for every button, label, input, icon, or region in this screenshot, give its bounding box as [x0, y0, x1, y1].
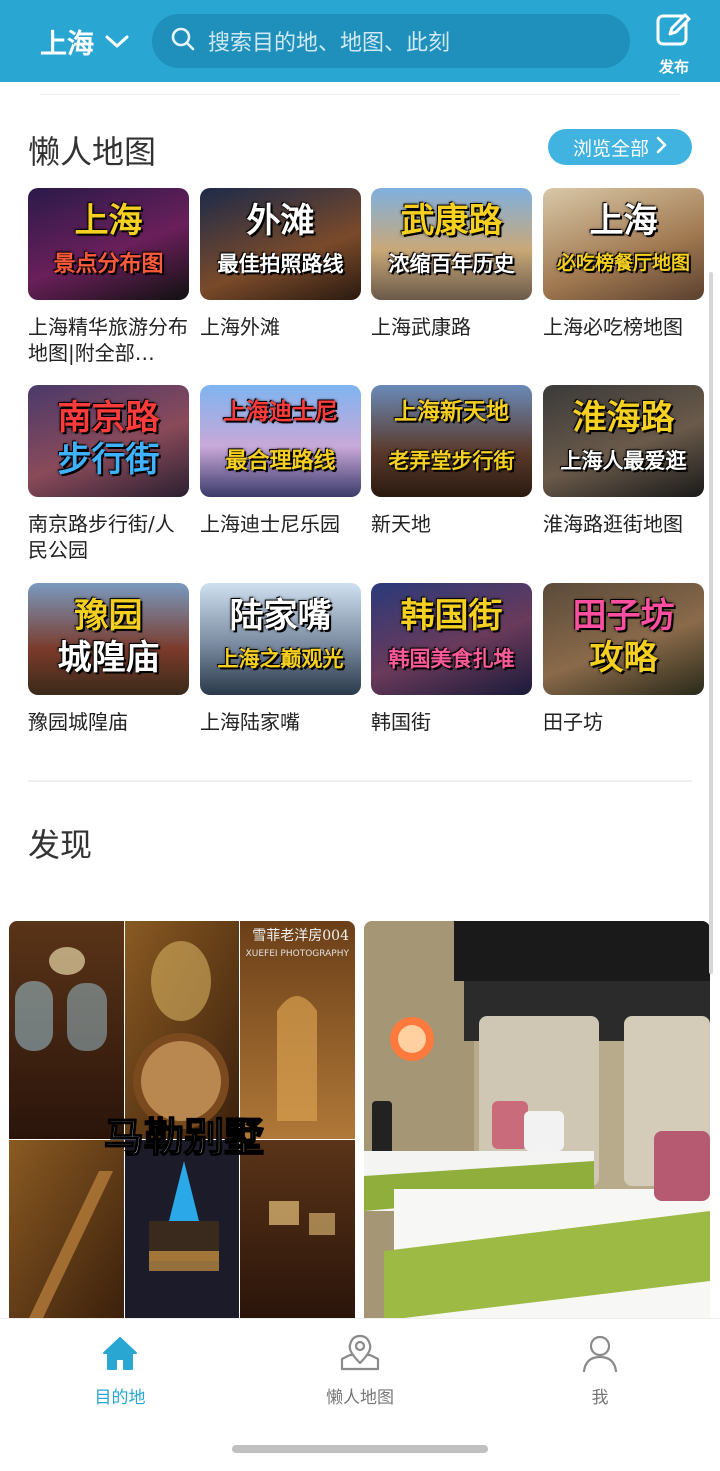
villa-collage-image: 马勒别墅 雪菲老洋房004 XUEFEI PHOTOGRAPHY — [9, 921, 355, 1318]
thumbnail-subtitle: 韩国美食扎堆 — [388, 647, 515, 671]
map-card-title: 上海武康路 — [371, 315, 471, 339]
thumbnail-title: 陆家嘴 — [229, 596, 332, 636]
map-card-thumbnail: 陆家嘴 上海之巅观光 — [200, 583, 361, 695]
map-card[interactable]: 上海必吃榜餐厅地图上海必吃榜地图 — [543, 188, 704, 366]
map-card-title: 上海必吃榜地图 — [543, 315, 683, 339]
scrollbar[interactable] — [709, 272, 713, 974]
map-card[interactable]: 武康路浓缩百年历史上海武康路 — [371, 188, 532, 366]
thumbnail-subtitle: 必吃榜餐厅地图 — [556, 252, 690, 274]
discover-title: 发现 — [28, 826, 93, 864]
map-card-title: 上海陆家嘴 — [200, 710, 300, 734]
thumbnail-title: 武康路 — [400, 201, 503, 241]
map-card-thumbnail: 南京路 步行街 — [28, 385, 189, 497]
app-screen: 上海 搜索目的地、地图、此刻 发布 懒人地图 浏览全部 上海景点分布图上海精华旅… — [0, 0, 720, 1471]
watermark-text: 雪菲老洋房004 — [252, 928, 349, 944]
search-placeholder: 搜索目的地、地图、此刻 — [208, 31, 451, 56]
tab-label: 目的地 — [94, 1388, 146, 1408]
divider — [40, 94, 680, 95]
map-card-thumbnail: 豫园 城隍庙 — [28, 583, 189, 695]
thumbnail-title: 上海 — [74, 201, 143, 241]
map-card[interactable]: 上海景点分布图上海精华旅游分布地图|附全部… — [28, 188, 189, 366]
lazy-map-title: 懒人地图 — [28, 133, 157, 171]
map-card-thumbnail: 韩国街 韩国美食扎堆 — [371, 583, 532, 695]
thumbnail-subtitle: 最佳拍照路线 — [217, 252, 344, 276]
thumbnail-title: 上海新天地 — [394, 399, 509, 425]
map-card-title: 上海外滩 — [200, 315, 280, 339]
home-indicator[interactable] — [232, 1445, 488, 1453]
tab-lazy-map[interactable]: 懒人地图 — [290, 1333, 430, 1408]
map-card-thumbnail: 田子坊 攻略 — [543, 583, 704, 695]
map-card[interactable]: 淮海路上海人最爱逛淮海路逛街地图 — [543, 385, 704, 563]
map-card[interactable]: 南京路 步行街南京路步行街/人民公园 — [28, 385, 189, 563]
browse-all-label: 浏览全部 — [572, 137, 649, 160]
thumbnail-subtitle: 城隍庙 — [57, 638, 160, 678]
discover-post-villa[interactable]: 马勒别墅 雪菲老洋房004 XUEFEI PHOTOGRAPHY — [9, 921, 355, 1318]
map-card[interactable]: 韩国街 韩国美食扎堆 韩国街 — [371, 583, 532, 761]
tab-destination[interactable]: 目的地 — [50, 1333, 190, 1408]
map-card[interactable]: 田子坊 攻略 田子坊 — [543, 583, 704, 761]
tab-label: 我 — [591, 1388, 609, 1408]
user-icon — [530, 1333, 670, 1377]
map-card-title: 上海精华旅游分布地图|附全部… — [28, 315, 188, 365]
thumbnail-title: 上海 — [589, 201, 658, 241]
thumbnail-subtitle: 景点分布图 — [53, 252, 164, 277]
city-name: 上海 — [40, 28, 94, 60]
thumbnail-title: 淮海路 — [572, 398, 675, 438]
discover-post-hotel[interactable] — [364, 921, 710, 1318]
thumbnail-title: 外滩 — [246, 201, 315, 241]
search-input[interactable]: 搜索目的地、地图、此刻 — [152, 14, 630, 68]
map-card-title: 韩国街 — [371, 710, 431, 734]
publish-button[interactable]: 发布 — [646, 10, 702, 76]
thumbnail-subtitle: 攻略 — [589, 638, 658, 678]
map-card-title: 淮海路逛街地图 — [543, 512, 683, 536]
map-card-thumbnail: 淮海路 上海人最爱逛 — [543, 385, 704, 497]
divider — [28, 780, 692, 782]
map-card-thumbnail: 上海 必吃榜餐厅地图 — [543, 188, 704, 300]
map-card-thumbnail: 上海新天地老弄堂步行街 — [371, 385, 532, 497]
watermark-subtext: XUEFEI PHOTOGRAPHY — [246, 949, 350, 959]
thumbnail-subtitle: 浓缩百年历史 — [388, 252, 515, 276]
hotel-room-image — [364, 921, 710, 1318]
map-pin-icon — [290, 1333, 430, 1377]
thumbnail-title: 韩国街 — [400, 596, 503, 636]
thumbnail-subtitle: 老弄堂步行街 — [388, 449, 515, 473]
map-card-title: 田子坊 — [543, 710, 603, 734]
map-card[interactable]: 豫园 城隍庙 豫园城隍庙 — [28, 583, 189, 761]
map-card-title: 豫园城隍庙 — [28, 710, 128, 734]
tab-me[interactable]: 我 — [530, 1333, 670, 1408]
map-card[interactable]: 外滩最佳拍照路线上海外滩 — [200, 188, 361, 366]
thumbnail-subtitle: 步行街 — [57, 440, 160, 480]
map-card-thumbnail: 武康路 浓缩百年历史 — [371, 188, 532, 300]
thumbnail-title: 南京路 — [57, 398, 160, 438]
map-card[interactable]: 陆家嘴上海之巅观光上海陆家嘴 — [200, 583, 361, 761]
city-selector[interactable]: 上海 — [40, 22, 130, 60]
browse-all-button[interactable]: 浏览全部 — [548, 129, 692, 165]
map-card-thumbnail: 上海 景点分布图 — [28, 188, 189, 300]
thumbnail-title: 豫园 — [74, 596, 143, 636]
map-card-thumbnail: 外滩 最佳拍照路线 — [200, 188, 361, 300]
publish-label: 发布 — [658, 58, 689, 76]
tab-label: 懒人地图 — [326, 1388, 394, 1408]
map-card-title: 上海迪士尼乐园 — [200, 512, 340, 536]
chevron-right-icon — [655, 136, 667, 159]
top-header: 上海 搜索目的地、地图、此刻 发布 — [0, 0, 720, 82]
home-icon — [50, 1333, 190, 1377]
search-icon — [170, 26, 196, 56]
thumbnail-title: 上海迪士尼 — [223, 399, 338, 425]
chevron-down-icon — [104, 26, 130, 57]
map-card-thumbnail: 上海迪士尼最合理路线 — [200, 385, 361, 497]
thumbnail-subtitle: 上海人最爱逛 — [560, 449, 687, 473]
post-overlay-text: 马勒别墅 — [104, 1114, 264, 1161]
edit-icon — [654, 13, 694, 54]
map-card[interactable]: 上海新天地老弄堂步行街新天地 — [371, 385, 532, 563]
thumbnail-subtitle: 最合理路线 — [225, 449, 336, 474]
thumbnail-title: 田子坊 — [572, 596, 675, 636]
map-card-title: 南京路步行街/人民公园 — [28, 512, 175, 562]
map-card[interactable]: 上海迪士尼最合理路线上海迪士尼乐园 — [200, 385, 361, 563]
thumbnail-subtitle: 上海之巅观光 — [217, 647, 344, 671]
map-card-title: 新天地 — [371, 512, 431, 536]
